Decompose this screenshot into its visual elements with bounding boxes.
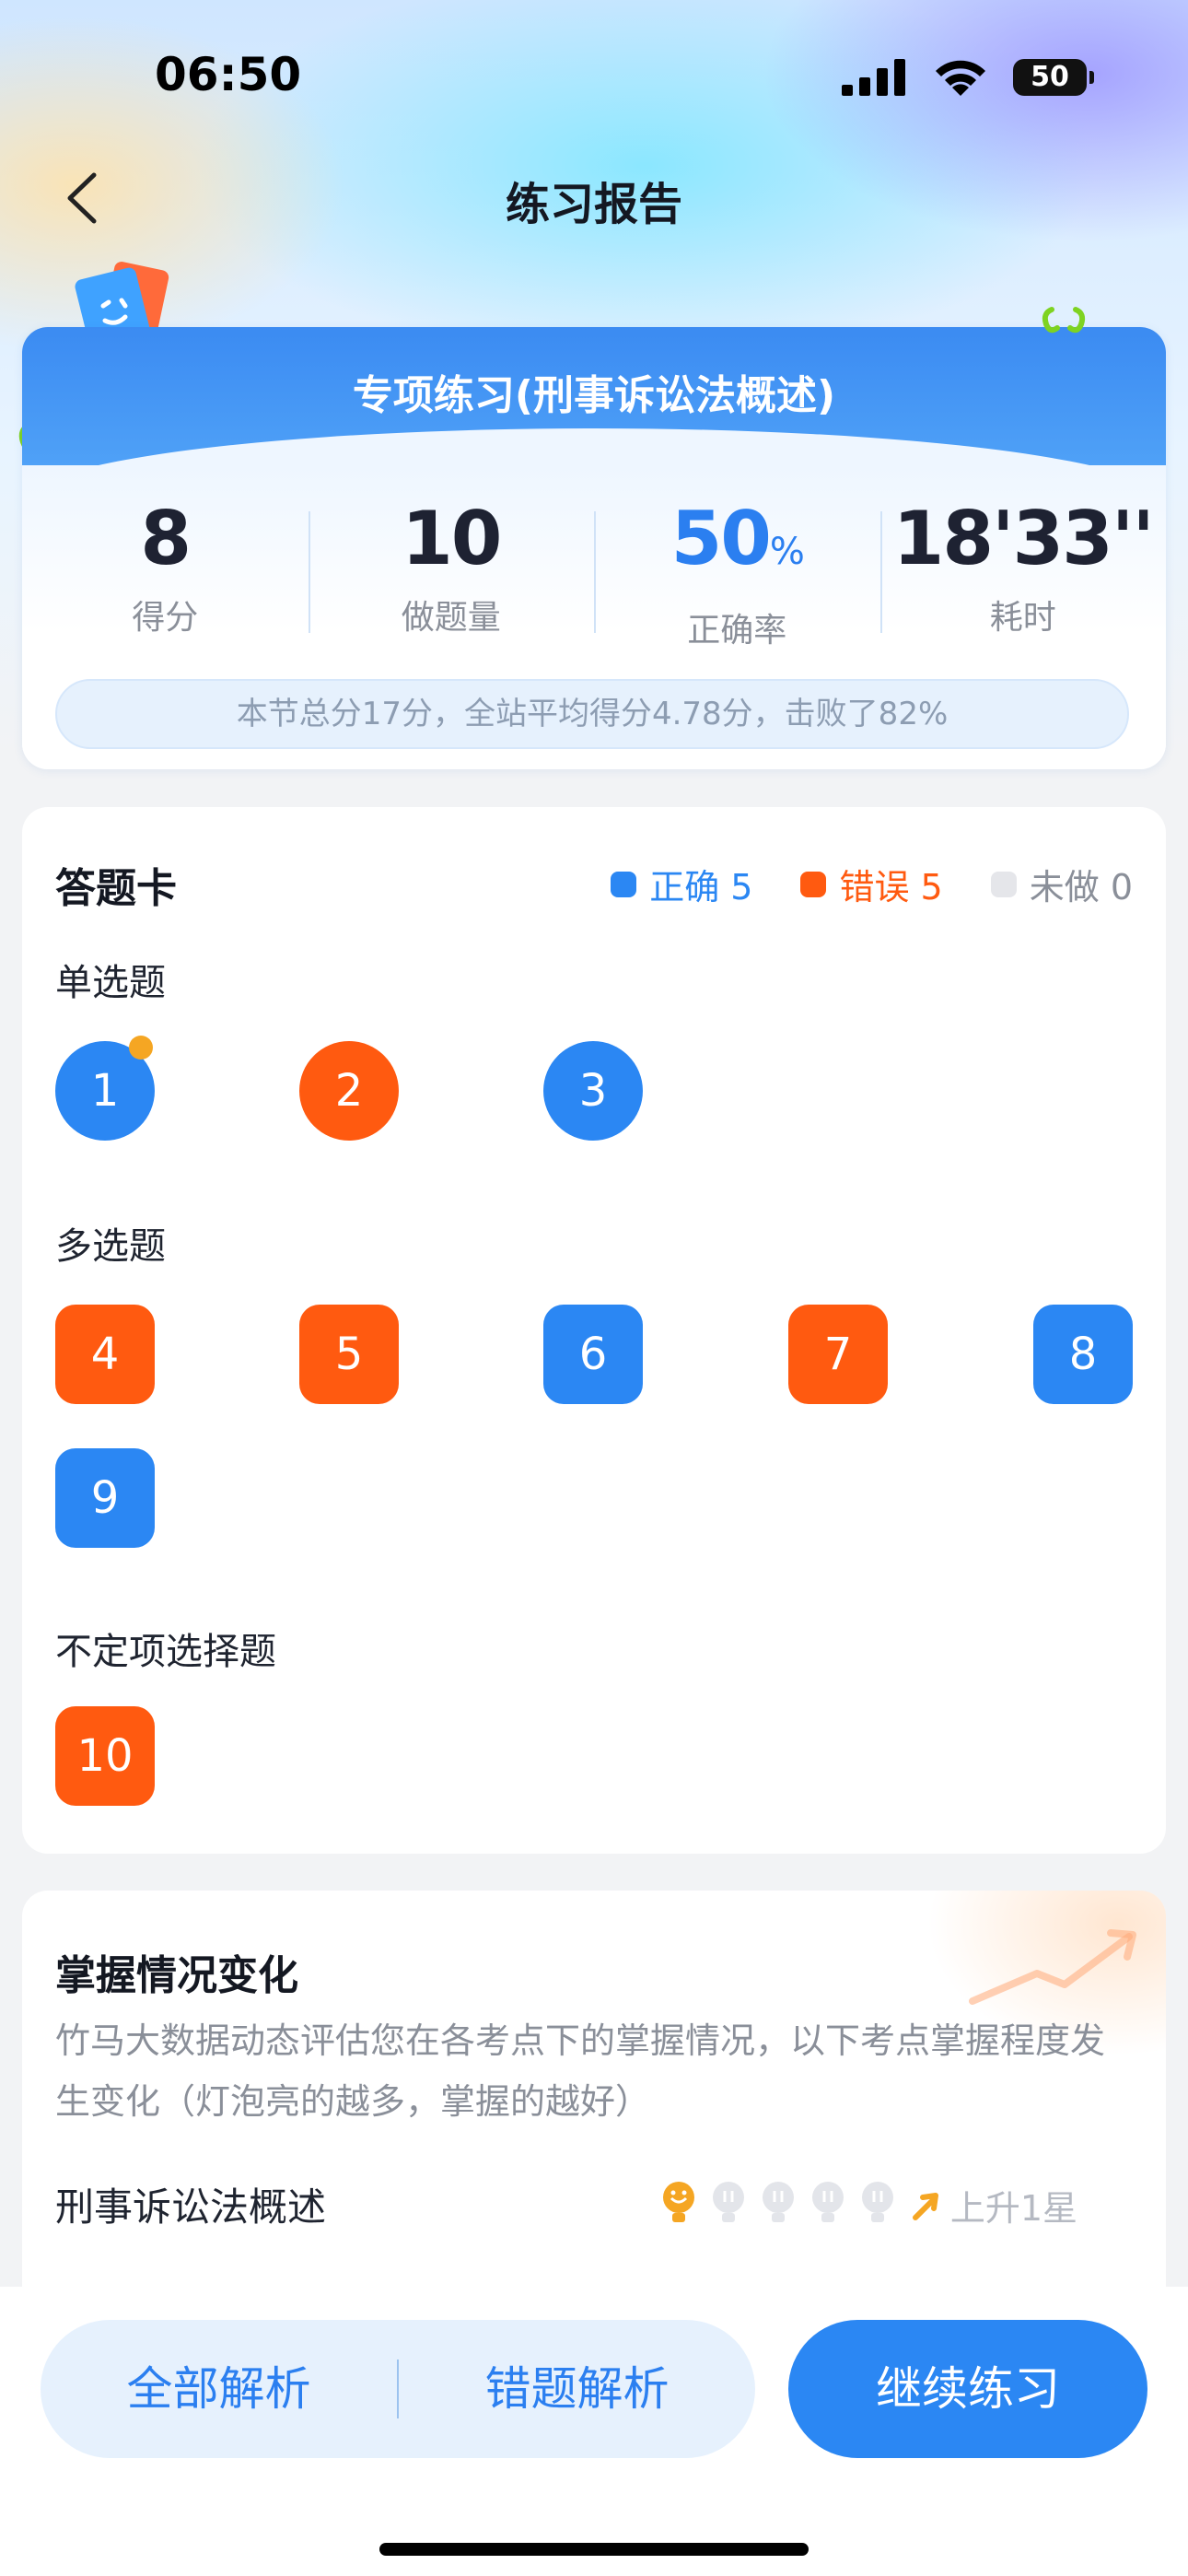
- stat-time: 18'33'' 耗时: [879, 484, 1167, 637]
- battery-icon: 50: [1013, 59, 1094, 96]
- legend-undone-swatch: [990, 871, 1017, 897]
- stats-row: 8 得分 10 做题量 50% 正确率 18'33'' 耗时: [22, 484, 1167, 650]
- answer-legend: 正确 5 错误 5 未做 0: [611, 859, 1133, 909]
- answer-card: 答题卡 正确 5 错误 5 未做 0 单选题 1 2 3 多选题 4 5 6 7…: [22, 807, 1166, 1854]
- stat-time-value: 18'33'': [892, 496, 1155, 581]
- question-button[interactable]: 6: [543, 1305, 643, 1404]
- question-number: 1: [90, 1065, 120, 1117]
- mastery-trend-label: 上升1星: [949, 2188, 1077, 2229]
- summary-note: 本节总分17分，全站平均得分4.78分，击败了82%: [55, 679, 1129, 749]
- question-number: 6: [578, 1329, 608, 1380]
- bottom-action-bar: 全部解析 错题解析 继续练习: [0, 2287, 1188, 2576]
- summary-card: 专项练习(刑事诉讼法概述) 8 得分 10 做题量 50% 正确率 18'33'…: [22, 327, 1166, 769]
- lightbulb-unlit-icon: [713, 2182, 744, 2222]
- question-button[interactable]: 8: [1033, 1305, 1133, 1404]
- legend-correct: 正确 5: [611, 859, 752, 909]
- mastery-topic: 刑事诉讼法概述: [55, 2184, 327, 2230]
- stat-accuracy-number: 50: [670, 496, 772, 581]
- question-number: 10: [76, 1730, 134, 1782]
- legend-wrong: 错误 5: [800, 859, 943, 909]
- stat-count-value: 10: [402, 496, 502, 581]
- question-number: 3: [578, 1065, 608, 1117]
- trend-up-arrow-icon: [969, 1929, 1136, 2005]
- stat-accuracy-label: 正确率: [687, 612, 787, 650]
- question-button[interactable]: 1: [55, 1036, 155, 1141]
- mastery-item[interactable]: 刑事诉讼法概述 上升1星: [55, 2167, 1133, 2241]
- question-number: 7: [823, 1329, 853, 1380]
- stat-score: 8 得分: [22, 484, 309, 637]
- stat-accuracy: 50% 正确率: [594, 484, 880, 650]
- question-button[interactable]: 10: [55, 1706, 155, 1806]
- single-choice-grid: 1 2 3: [55, 1036, 1135, 1141]
- question-button[interactable]: 4: [55, 1305, 155, 1404]
- lightbulb-unlit-icon: [812, 2182, 844, 2222]
- stat-count: 10 做题量: [308, 484, 595, 637]
- stat-score-label: 得分: [132, 599, 199, 637]
- wrong-analysis-button[interactable]: 错题解析: [399, 2320, 755, 2458]
- multiple-choice-grid: 4 5 6 7 8 9: [55, 1305, 1135, 1548]
- stat-score-value: 8: [140, 496, 192, 581]
- wifi-icon: [936, 60, 985, 96]
- lightbulb-unlit-icon: [862, 2182, 893, 2222]
- question-button[interactable]: 5: [299, 1305, 399, 1404]
- question-number: 8: [1068, 1329, 1098, 1380]
- section-indefinite-choice: 不定项选择题: [55, 1631, 276, 1673]
- question-number: 5: [334, 1329, 364, 1380]
- legend-undone: 未做 0: [990, 859, 1133, 909]
- nav-bar: 练习报告: [0, 157, 1188, 240]
- question-button[interactable]: 7: [788, 1305, 888, 1404]
- question-number: 9: [90, 1472, 120, 1524]
- question-button[interactable]: 9: [55, 1448, 155, 1548]
- lightbulb-marker-icon: [129, 1036, 153, 1060]
- lightbulb-lit-icon: [663, 2182, 694, 2222]
- mastery-description: 竹马大数据动态评估您在各考点下的掌握情况，以下考点掌握程度发生变化（灯泡亮的越多…: [55, 2020, 1106, 2122]
- answer-card-title: 答题卡: [55, 865, 177, 912]
- summary-body: 8 得分 10 做题量 50% 正确率 18'33'' 耗时 本节总分17分，全…: [22, 465, 1166, 769]
- question-button[interactable]: 3: [543, 1041, 643, 1141]
- mastery-card: 掌握情况变化 竹马大数据动态评估您在各考点下的掌握情况，以下考点掌握程度发生变化…: [22, 1891, 1166, 2351]
- stat-count-label: 做题量: [401, 599, 501, 637]
- mastery-bulbs: [659, 2180, 897, 2226]
- legend-wrong-label: 错误 5: [839, 867, 943, 907]
- question-number: 2: [334, 1065, 364, 1117]
- status-bar: 06:50 50: [0, 0, 1188, 157]
- mastery-trend: 上升1星: [910, 2180, 1077, 2231]
- all-analysis-button[interactable]: 全部解析: [41, 2320, 397, 2458]
- cellular-signal-icon: [842, 59, 905, 96]
- continue-practice-button[interactable]: 继续练习: [788, 2320, 1147, 2458]
- question-number: 4: [90, 1329, 120, 1380]
- legend-wrong-swatch: [800, 871, 827, 897]
- mastery-title: 掌握情况变化: [55, 1952, 298, 1999]
- stat-accuracy-unit: %: [769, 531, 805, 573]
- status-time: 06:50: [155, 48, 302, 101]
- question-button[interactable]: 2: [299, 1041, 399, 1141]
- indefinite-choice-grid: 10: [55, 1706, 1135, 1806]
- legend-correct-swatch: [611, 871, 637, 897]
- stat-accuracy-value: 50%: [594, 493, 880, 598]
- binder-clip-icon: [1042, 307, 1086, 334]
- legend-correct-label: 正确 5: [649, 867, 753, 907]
- status-icons: 50: [842, 57, 1094, 98]
- lightbulb-unlit-icon: [763, 2182, 794, 2222]
- analysis-button-group: 全部解析 错题解析: [41, 2320, 755, 2458]
- home-indicator[interactable]: [379, 2543, 809, 2556]
- legend-undone-label: 未做 0: [1029, 867, 1133, 907]
- arrow-up-icon: [912, 2192, 938, 2220]
- section-single-choice: 单选题: [55, 962, 166, 1004]
- stat-time-label: 耗时: [989, 599, 1056, 637]
- section-multiple-choice: 多选题: [55, 1225, 166, 1268]
- summary-title: 专项练习(刑事诉讼法概述): [22, 327, 1166, 502]
- page-title: 练习报告: [505, 179, 682, 230]
